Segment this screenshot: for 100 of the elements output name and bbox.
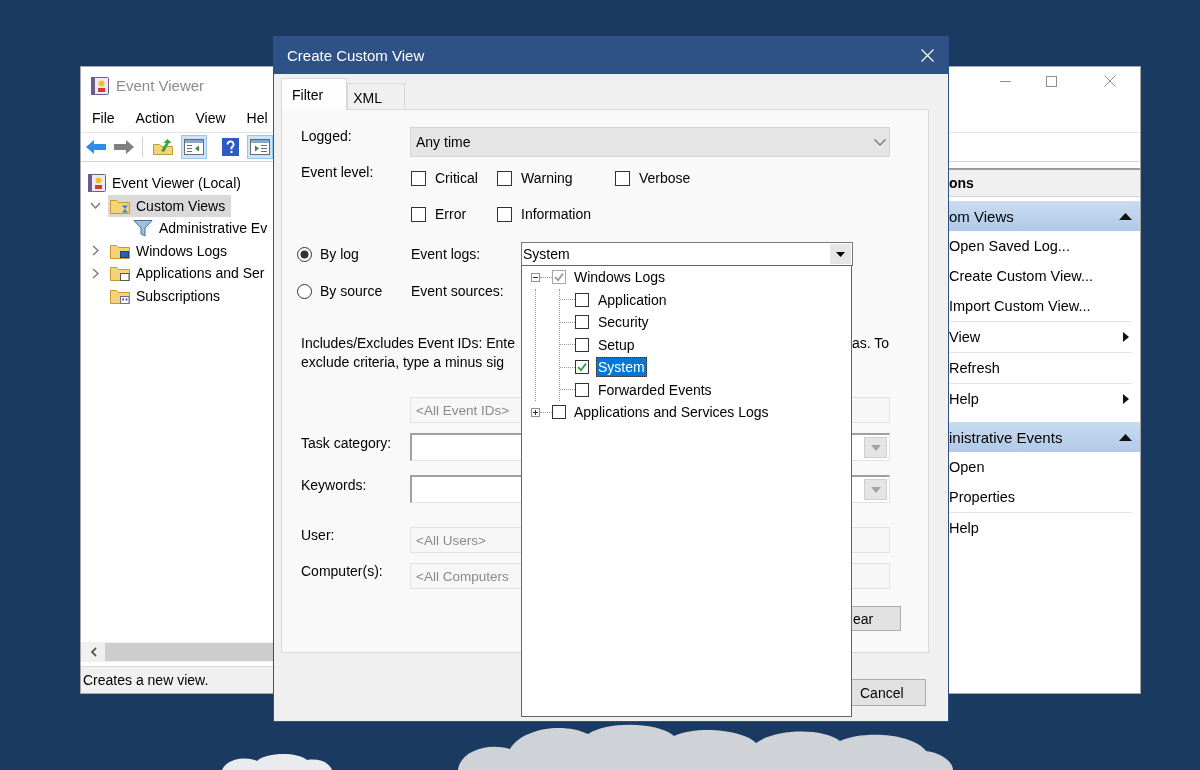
checkbox[interactable] <box>575 360 589 375</box>
field-label: User: <box>300 527 336 544</box>
folder-icon <box>110 265 130 282</box>
caret-icon <box>870 444 881 451</box>
user-field[interactable]: <All Users> <box>410 527 521 553</box>
chevron-right-icon[interactable] <box>92 245 99 257</box>
tree-item[interactable]: Windows Logs <box>108 239 234 262</box>
field-label: Keywords: <box>300 477 368 494</box>
task-category-dropdown[interactable] <box>852 433 890 461</box>
tree-item[interactable]: Forwarded Events <box>596 379 714 400</box>
tree-item[interactable]: Setup <box>596 334 637 355</box>
tree-item[interactable]: Applications and Services Logs <box>572 402 771 423</box>
funnel-icon <box>133 219 153 238</box>
expand-icon[interactable] <box>531 407 540 417</box>
caret-icon <box>836 251 845 257</box>
tree-item[interactable]: Security <box>596 312 651 333</box>
chevron-left-icon[interactable] <box>90 647 97 657</box>
checkbox[interactable] <box>411 206 426 222</box>
field-label: Task category: <box>300 435 393 452</box>
checkbox-label[interactable]: Verbose <box>639 170 691 186</box>
tree-item[interactable]: Application <box>596 289 669 310</box>
action-link[interactable]: Import Custom View... <box>949 291 1132 321</box>
cancel-button[interactable]: Cancel <box>852 679 926 706</box>
radio-button[interactable] <box>297 246 312 262</box>
scrollbar-thumb[interactable] <box>105 643 273 661</box>
clear-button[interactable]: ear <box>852 606 901 631</box>
checkbox[interactable] <box>411 170 426 186</box>
folder-icon <box>110 197 130 214</box>
checkbox[interactable] <box>552 270 566 285</box>
forward-arrow-icon[interactable] <box>114 139 134 155</box>
tree-item[interactable]: System <box>596 357 647 378</box>
task-category-dropdown[interactable] <box>410 433 521 461</box>
checkbox[interactable] <box>575 337 589 352</box>
help-icon[interactable] <box>222 138 239 156</box>
log-book-icon <box>91 75 109 96</box>
computer-field[interactable]: <All Computers <box>410 563 521 589</box>
checkbox[interactable] <box>497 206 512 222</box>
log-book-icon <box>88 173 106 194</box>
radio-button[interactable] <box>297 283 312 299</box>
triangle-up-icon[interactable] <box>1119 433 1132 441</box>
action-link[interactable]: Open Saved Log... <box>949 231 1132 261</box>
help-text: Includes/Excludes Event IDs: Ente exclude criteria, type a minus sig <box>300 334 516 372</box>
tree-item[interactable]: Windows Logs <box>572 267 668 288</box>
radio-label[interactable]: By source <box>320 283 383 299</box>
tab[interactable]: XML <box>347 83 405 109</box>
user-field[interactable] <box>852 527 890 553</box>
event-ids-field[interactable] <box>852 397 890 423</box>
status-bar: Creates a new view. <box>81 666 273 693</box>
collapse-icon[interactable] <box>531 272 540 282</box>
action-link[interactable]: Help <box>949 513 1132 543</box>
action-link[interactable]: Help <box>949 384 1132 414</box>
tree-item[interactable]: Custom Views <box>108 194 232 217</box>
checkbox-label[interactable]: Critical <box>435 170 478 186</box>
pane-icon[interactable] <box>247 135 273 159</box>
keywords-dropdown[interactable] <box>852 475 890 503</box>
pane-icon[interactable] <box>181 135 207 159</box>
menu-item[interactable]: File <box>92 110 115 126</box>
field-label: Event logs: <box>410 246 482 262</box>
chevron-down-icon[interactable] <box>90 202 101 210</box>
field-label: Event level: <box>300 164 375 181</box>
tree-item[interactable]: Subscriptions <box>108 284 227 307</box>
action-link[interactable]: Create Custom View... <box>949 261 1132 291</box>
checkbox-label[interactable]: Information <box>521 206 592 222</box>
folder-arrow-icon[interactable] <box>153 139 173 155</box>
checkbox[interactable] <box>615 170 630 186</box>
section-header[interactable]: inistrative Events <box>949 422 1140 452</box>
action-link[interactable]: Open <box>949 452 1132 482</box>
menu-item[interactable]: View <box>195 110 226 126</box>
checkbox-label[interactable]: Error <box>435 206 467 222</box>
caret-icon <box>870 486 881 493</box>
pane-header: ons <box>949 168 1140 197</box>
keywords-dropdown[interactable] <box>410 475 521 503</box>
maximize-icon[interactable] <box>1046 76 1057 87</box>
radio-label[interactable]: By log <box>320 246 359 262</box>
checkbox-label[interactable]: Warning <box>521 170 573 186</box>
event-ids-field[interactable]: <All Event IDs> <box>410 397 521 423</box>
menu-item[interactable]: Hel <box>246 110 268 126</box>
back-arrow-icon[interactable] <box>86 139 106 155</box>
tree-item[interactable]: Administrative Ev <box>131 217 274 240</box>
action-link[interactable]: View <box>949 322 1132 352</box>
checkbox[interactable] <box>575 315 589 330</box>
computer-field[interactable] <box>852 563 890 589</box>
chevron-right-icon[interactable] <box>92 267 99 279</box>
triangle-up-icon[interactable] <box>1119 212 1132 220</box>
dropdown-button[interactable] <box>830 244 851 264</box>
checkbox[interactable] <box>552 405 566 420</box>
section-header[interactable]: om Views <box>949 201 1140 231</box>
checkbox[interactable] <box>497 170 512 186</box>
event-logs-dropdown[interactable]: System <box>521 242 853 266</box>
time-range-dropdown[interactable]: Any time <box>410 127 890 157</box>
menu-item[interactable]: Action <box>135 110 175 126</box>
tab[interactable]: Filter <box>281 78 348 110</box>
tree-item[interactable]: Applications and Ser <box>108 262 271 285</box>
action-link[interactable]: Refresh <box>949 353 1132 383</box>
tree-item[interactable]: Event Viewer (Local) <box>86 172 247 195</box>
checkbox[interactable] <box>575 292 589 307</box>
field-label: Logged: <box>300 128 353 145</box>
checkbox[interactable] <box>575 382 589 397</box>
action-link[interactable]: Properties <box>949 482 1132 512</box>
field-label: Computer(s): <box>300 563 384 580</box>
